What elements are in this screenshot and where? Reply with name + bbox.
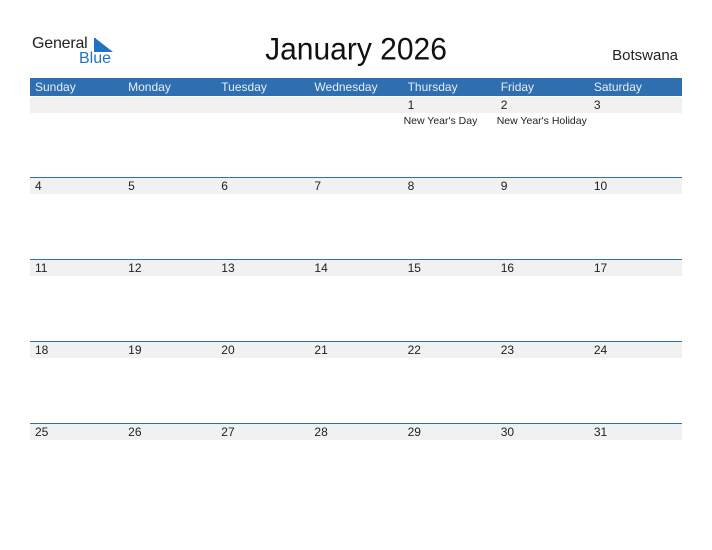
day-number: 29 [407, 425, 421, 439]
day-cell: 27 [216, 424, 309, 440]
day-number: 5 [128, 179, 135, 193]
day-cell: 22 [403, 342, 496, 358]
day-number: 15 [407, 261, 421, 275]
day-cell: 19 [123, 342, 216, 358]
week-row: 25 26 27 28 29 30 31 [30, 423, 682, 505]
day-cell: 13 [216, 260, 309, 276]
day-cell: 30 [496, 424, 589, 440]
day-cell: 29 [403, 424, 496, 440]
day-number: 13 [221, 261, 235, 275]
day-cell: 12 [123, 260, 216, 276]
day-cell: 26 [123, 424, 216, 440]
day-cell: 4 [30, 178, 123, 194]
day-cell [123, 97, 216, 113]
day-number: 21 [314, 343, 328, 357]
day-number: 17 [593, 261, 608, 275]
day-cell: 9 [496, 178, 589, 194]
country-label: Botswana [612, 47, 678, 64]
weekday-header-row: Sunday Monday Tuesday Wednesday Thursday… [30, 78, 682, 96]
day-number: 18 [35, 343, 49, 357]
day-number: 31 [593, 425, 608, 439]
day-cell: 1 New Year's Day [403, 97, 496, 127]
day-number: 6 [221, 179, 228, 193]
weekday-header-thursday: Thursday [407, 80, 458, 94]
day-cell: 3 [589, 97, 682, 113]
day-number: 28 [314, 425, 328, 439]
day-number: 11 [35, 261, 48, 275]
day-number: 2 [500, 98, 508, 112]
day-number: 19 [128, 343, 142, 357]
day-cell [216, 97, 309, 113]
week-date-band: 25 26 27 28 29 30 31 [30, 424, 682, 440]
day-cell: 20 [216, 342, 309, 358]
day-number: 4 [35, 179, 42, 193]
day-number: 3 [593, 98, 601, 112]
day-number: 24 [593, 343, 608, 357]
day-cell: 25 [30, 424, 123, 440]
day-number: 16 [500, 261, 515, 275]
holiday-label: New Year's Holiday [496, 115, 587, 127]
week-row: 18 19 20 21 22 23 24 [30, 341, 682, 423]
day-number: 8 [407, 179, 415, 193]
day-cell: 16 [496, 260, 589, 276]
day-number: 9 [500, 179, 508, 193]
holiday-label: New Year's Day [403, 115, 478, 127]
day-number: 20 [221, 343, 235, 357]
day-cell: 21 [309, 342, 402, 358]
day-cell: 5 [123, 178, 216, 194]
day-cell: 31 [589, 424, 682, 440]
calendar-title: January 2026 [265, 32, 447, 67]
day-number: 7 [314, 179, 322, 193]
weekday-header-tuesday: Tuesday [221, 80, 267, 94]
weekday-header-wednesday: Wednesday [314, 80, 378, 94]
day-number: 1 [407, 98, 415, 112]
day-cell [309, 97, 402, 113]
day-cell: 14 [309, 260, 402, 276]
calendar-grid: Sunday Monday Tuesday Wednesday Thursday… [30, 78, 682, 505]
day-number: 10 [593, 179, 608, 193]
day-cell: 24 [589, 342, 682, 358]
day-number: 27 [221, 425, 235, 439]
day-number: 12 [128, 261, 142, 275]
week-date-band: 1 New Year's Day 2 New Year's Holiday 3 [30, 97, 682, 127]
day-cell: 8 [403, 178, 496, 194]
week-row: 1 New Year's Day 2 New Year's Holiday 3 [30, 97, 682, 177]
day-cell: 18 [30, 342, 123, 358]
day-cell: 11 [30, 260, 123, 276]
day-number: 25 [35, 425, 49, 439]
week-date-band: 18 19 20 21 22 23 24 [30, 342, 682, 358]
day-cell [30, 97, 123, 113]
week-row: 11 12 13 14 15 16 17 [30, 259, 682, 341]
weekday-header-sunday: Sunday [35, 80, 76, 94]
day-cell: 7 [309, 178, 402, 194]
day-cell: 15 [403, 260, 496, 276]
week-date-band: 11 12 13 14 15 16 17 [30, 260, 682, 276]
day-cell: 2 New Year's Holiday [496, 97, 589, 127]
day-cell: 28 [309, 424, 402, 440]
day-number: 26 [128, 425, 142, 439]
weekday-header-friday: Friday [500, 80, 535, 94]
day-cell: 10 [589, 178, 682, 194]
week-date-band: 4 5 6 7 8 9 10 [30, 178, 682, 194]
day-number: 22 [407, 343, 421, 357]
weeks-container: 1 New Year's Day 2 New Year's Holiday 3 4 5 6 7 8… [30, 97, 682, 505]
day-number: 30 [500, 425, 515, 439]
day-cell: 23 [496, 342, 589, 358]
day-number: 14 [314, 261, 328, 275]
week-row: 4 5 6 7 8 9 10 [30, 177, 682, 259]
day-cell: 6 [216, 178, 309, 194]
day-cell: 17 [589, 260, 682, 276]
day-number: 23 [500, 343, 515, 357]
weekday-header-saturday: Saturday [593, 80, 642, 94]
weekday-header-monday: Monday [128, 80, 171, 94]
